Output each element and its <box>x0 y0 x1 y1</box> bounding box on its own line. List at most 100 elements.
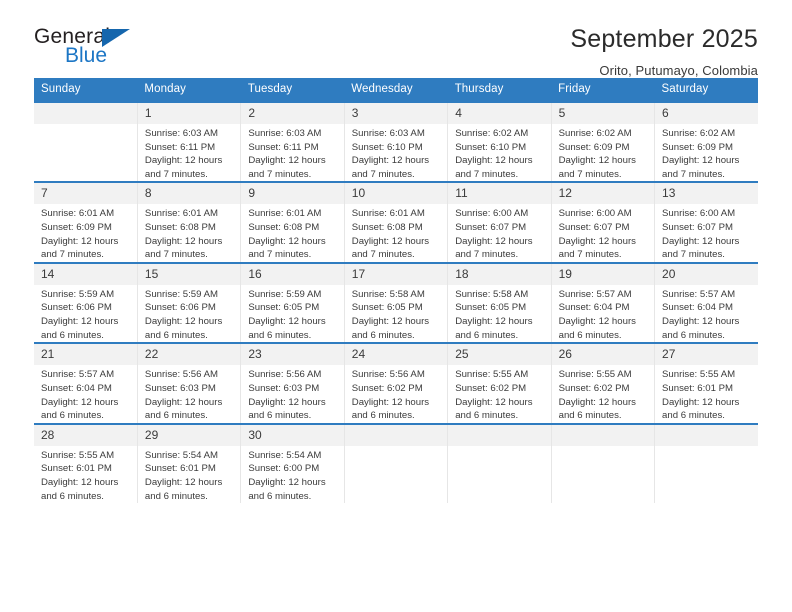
calendar-day-cell[interactable]: 11 Sunrise: 6:00 AM Sunset: 6:07 PM Dayligh… <box>447 181 552 263</box>
day-number: 10 <box>344 183 448 205</box>
sun-times: Sunrise: 6:01 AM Sunset: 6:08 PM Daylight:… <box>241 204 343 261</box>
day-cell-inner: 3 Sunrise: 6:03 AM Sunset: 6:10 PM Daylight… <box>344 103 448 181</box>
daylight-text-line2: and 6 minutes. <box>248 329 312 341</box>
calendar-day-cell[interactable]: 25 Sunrise: 5:55 AM Sunset: 6:02 PM Dayligh… <box>447 342 552 424</box>
sun-times: Sunrise: 5:55 AM Sunset: 6:02 PM Daylight:… <box>552 365 654 422</box>
daylight-text-line2: and 7 minutes. <box>41 249 104 261</box>
calendar-day-cell[interactable]: 1 Sunrise: 6:03 AM Sunset: 6:11 PM Daylight… <box>137 100 242 183</box>
sun-times: Sunrise: 6:02 AM Sunset: 6:09 PM Daylight:… <box>655 124 758 181</box>
sun-times: Sunrise: 5:59 AM Sunset: 6:06 PM Daylight:… <box>34 285 137 342</box>
calendar-day-cell[interactable]: 21 Sunrise: 5:57 AM Sunset: 6:04 PM Dayligh… <box>34 342 138 424</box>
day-cell-inner: 17 Sunrise: 5:58 AM Sunset: 6:05 PM Dayligh… <box>344 263 448 342</box>
calendar-day-cell[interactable]: 24 Sunrise: 5:56 AM Sunset: 6:02 PM Dayligh… <box>344 342 449 424</box>
calendar-day-cell[interactable]: 30 Sunrise: 5:54 AM Sunset: 6:00 PM Dayligh… <box>240 422 345 504</box>
sunrise-text: Sunrise: 5:56 AM <box>248 369 322 381</box>
calendar-day-cell[interactable]: 7 Sunrise: 6:01 AM Sunset: 6:09 PM Daylight… <box>34 181 138 263</box>
calendar-grid: Sunday Monday Tuesday Wednesday Thursday… <box>34 78 758 504</box>
calendar-day-cell[interactable]: 28 Sunrise: 5:55 AM Sunset: 6:01 PM Dayligh… <box>34 422 138 504</box>
daylight-text-line1: Daylight: 12 hours <box>558 396 636 408</box>
calendar-day-cell[interactable]: 27 Sunrise: 5:55 AM Sunset: 6:01 PM Dayligh… <box>654 342 758 424</box>
sunset-text: Sunset: 6:02 PM <box>558 382 630 394</box>
daylight-text-line1: Daylight: 12 hours <box>455 316 533 328</box>
day-number: 1 <box>137 103 241 124</box>
sunrise-text: Sunrise: 5:58 AM <box>455 288 529 300</box>
daylight-text-line1: Daylight: 12 hours <box>662 155 740 167</box>
sunrise-text: Sunrise: 5:55 AM <box>662 369 736 381</box>
day-number <box>551 424 655 446</box>
day-number: 11 <box>448 183 551 205</box>
sunset-text: Sunset: 6:04 PM <box>662 302 733 314</box>
daylight-text-line2: and 7 minutes. <box>662 168 725 180</box>
calendar-day-cell[interactable]: 3 Sunrise: 6:03 AM Sunset: 6:10 PM Daylight… <box>344 100 449 183</box>
calendar-day-cell[interactable]: 17 Sunrise: 5:58 AM Sunset: 6:05 PM Dayligh… <box>344 261 449 344</box>
calendar-page: General Blue September 2025 Orito, Putum… <box>0 0 792 612</box>
sun-times: Sunrise: 5:59 AM Sunset: 6:06 PM Daylight:… <box>138 285 240 342</box>
calendar-day-cell[interactable]: 16 Sunrise: 5:59 AM Sunset: 6:05 PM Dayligh… <box>240 261 345 344</box>
daylight-text-line1: Daylight: 12 hours <box>41 396 119 408</box>
calendar-day-cell[interactable]: 22 Sunrise: 5:56 AM Sunset: 6:03 PM Dayligh… <box>137 342 242 424</box>
sun-times: Sunrise: 6:01 AM Sunset: 6:09 PM Daylight:… <box>34 204 137 261</box>
daylight-text-line1: Daylight: 12 hours <box>41 476 119 488</box>
calendar-day-cell[interactable]: 20 Sunrise: 5:57 AM Sunset: 6:04 PM Dayligh… <box>654 261 758 344</box>
sun-times: Sunrise: 6:03 AM Sunset: 6:10 PM Daylight:… <box>345 124 447 181</box>
day-cell-inner: 9 Sunrise: 6:01 AM Sunset: 6:08 PM Daylight… <box>241 183 344 261</box>
calendar-day-cell[interactable]: 14 Sunrise: 5:59 AM Sunset: 6:06 PM Dayligh… <box>34 261 138 344</box>
sunrise-text: Sunrise: 5:56 AM <box>351 369 425 381</box>
day-cell-inner: 24 Sunrise: 5:56 AM Sunset: 6:02 PM Dayligh… <box>344 344 448 422</box>
calendar-day-cell[interactable]: 8 Sunrise: 6:01 AM Sunset: 6:08 PM Daylight… <box>137 181 242 263</box>
calendar-day-cell[interactable]: 4 Sunrise: 6:02 AM Sunset: 6:10 PM Daylight… <box>447 100 552 183</box>
calendar-day-cell[interactable]: 18 Sunrise: 5:58 AM Sunset: 6:05 PM Dayligh… <box>447 261 552 344</box>
daylight-text-line1: Daylight: 12 hours <box>144 476 223 488</box>
calendar-day-cell[interactable]: 2 Sunrise: 6:03 AM Sunset: 6:11 PM Daylight… <box>240 100 345 183</box>
day-cell-inner <box>344 424 448 503</box>
daylight-text-line2: and 6 minutes. <box>144 410 208 422</box>
calendar-day-cell[interactable]: 10 Sunrise: 6:01 AM Sunset: 6:08 PM Dayligh… <box>344 181 449 263</box>
day-number: 7 <box>34 183 137 205</box>
daylight-text-line1: Daylight: 12 hours <box>351 155 430 167</box>
day-cell-inner: 13 Sunrise: 6:00 AM Sunset: 6:07 PM Dayligh… <box>655 183 758 261</box>
daylight-text-line2: and 7 minutes. <box>662 249 725 261</box>
day-number: 18 <box>448 263 551 285</box>
sun-times: Sunrise: 5:57 AM Sunset: 6:04 PM Daylight:… <box>34 365 137 422</box>
calendar-day-cell[interactable]: 12 Sunrise: 6:00 AM Sunset: 6:07 PM Dayligh… <box>551 181 656 263</box>
sun-times: Sunrise: 5:55 AM Sunset: 6:01 PM Daylight:… <box>655 365 758 422</box>
sun-times: Sunrise: 5:59 AM Sunset: 6:05 PM Daylight:… <box>241 285 343 342</box>
weekday-header-row: Sunday Monday Tuesday Wednesday Thursday… <box>34 78 758 102</box>
sun-times: Sunrise: 6:00 AM Sunset: 6:07 PM Daylight:… <box>448 204 550 261</box>
sunrise-text: Sunrise: 5:59 AM <box>144 288 218 300</box>
day-number: 12 <box>551 183 655 205</box>
calendar-day-cell[interactable]: 6 Sunrise: 6:02 AM Sunset: 6:09 PM Daylight… <box>654 100 758 183</box>
sunset-text: Sunset: 6:08 PM <box>248 222 320 234</box>
sunset-text: Sunset: 6:02 PM <box>351 382 423 394</box>
day-number: 29 <box>137 424 241 446</box>
general-blue-logo[interactable]: General Blue <box>34 26 144 72</box>
weekday-header-tuesday: Tuesday <box>240 78 345 102</box>
calendar-day-cell[interactable]: 9 Sunrise: 6:01 AM Sunset: 6:08 PM Daylight… <box>240 181 345 263</box>
day-cell-inner: 25 Sunrise: 5:55 AM Sunset: 6:02 PM Dayligh… <box>448 344 551 422</box>
sun-times: Sunrise: 5:54 AM Sunset: 6:01 PM Daylight:… <box>138 446 240 503</box>
sunrise-text: Sunrise: 5:54 AM <box>248 449 322 461</box>
daylight-text-line2: and 6 minutes. <box>41 410 104 422</box>
sun-times: Sunrise: 6:00 AM Sunset: 6:07 PM Daylight:… <box>552 204 654 261</box>
day-number: 14 <box>34 263 137 285</box>
day-cell-inner: 14 Sunrise: 5:59 AM Sunset: 6:06 PM Dayligh… <box>34 263 137 342</box>
daylight-text-line2: and 6 minutes. <box>558 329 622 341</box>
calendar-day-cell[interactable]: 29 Sunrise: 5:54 AM Sunset: 6:01 PM Dayligh… <box>137 422 242 504</box>
calendar-day-cell[interactable]: 5 Sunrise: 6:02 AM Sunset: 6:09 PM Daylight… <box>551 100 656 183</box>
calendar-day-cell[interactable]: 19 Sunrise: 5:57 AM Sunset: 6:04 PM Dayligh… <box>551 261 656 344</box>
calendar-empty-cell <box>34 100 138 183</box>
calendar-day-cell[interactable]: 13 Sunrise: 6:00 AM Sunset: 6:07 PM Dayligh… <box>654 181 758 263</box>
day-number <box>34 103 137 124</box>
sunrise-text: Sunrise: 5:54 AM <box>144 449 218 461</box>
sunrise-text: Sunrise: 5:55 AM <box>41 449 115 461</box>
daylight-text-line2: and 7 minutes. <box>248 168 312 180</box>
calendar-day-cell[interactable]: 23 Sunrise: 5:56 AM Sunset: 6:03 PM Dayligh… <box>240 342 345 424</box>
daylight-text-line2: and 7 minutes. <box>351 168 415 180</box>
sunset-text: Sunset: 6:05 PM <box>248 302 320 314</box>
sunset-text: Sunset: 6:05 PM <box>351 302 423 314</box>
daylight-text-line1: Daylight: 12 hours <box>558 316 636 328</box>
day-cell-inner: 15 Sunrise: 5:59 AM Sunset: 6:06 PM Dayligh… <box>137 263 241 342</box>
calendar-day-cell[interactable]: 15 Sunrise: 5:59 AM Sunset: 6:06 PM Dayligh… <box>137 261 242 344</box>
calendar-day-cell[interactable]: 26 Sunrise: 5:55 AM Sunset: 6:02 PM Dayligh… <box>551 342 656 424</box>
sunset-text: Sunset: 6:07 PM <box>662 222 733 234</box>
